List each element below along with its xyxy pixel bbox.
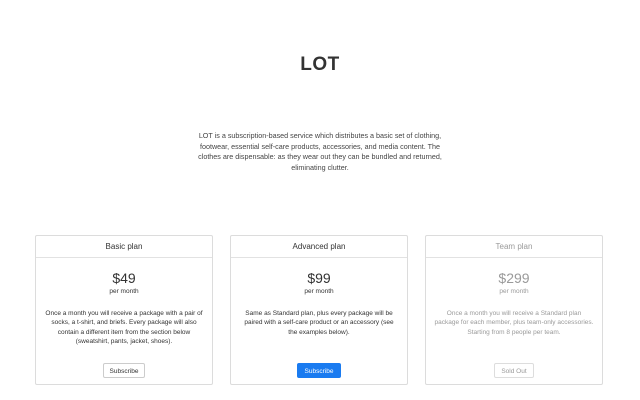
- subscribe-button-basic[interactable]: Subscribe: [102, 363, 146, 378]
- page-title: LOT: [300, 54, 340, 75]
- plan-name: Advanced plan: [231, 236, 407, 258]
- subscribe-button-advanced[interactable]: Subscribe: [296, 363, 342, 378]
- plan-name: Team plan: [426, 236, 602, 258]
- plan-name: Basic plan: [36, 236, 212, 258]
- plan-card-advanced: Advanced plan $99 per month Same as Stan…: [230, 235, 408, 385]
- plan-body: $49 per month Once a month you will rece…: [36, 270, 212, 347]
- button-wrap: Subscribe: [36, 360, 212, 378]
- page: LOT LOT is a subscription-based service …: [0, 0, 640, 400]
- plan-period: per month: [109, 288, 139, 295]
- plan-period: per month: [499, 288, 529, 295]
- plan-description: Same as Standard plan, plus every packag…: [244, 310, 394, 336]
- plan-description: Once a month you will receive a package …: [45, 310, 203, 346]
- plan-period: per month: [304, 288, 334, 295]
- plan-price: $299: [498, 270, 530, 286]
- plan-description: Once a month you will receive a Standard…: [434, 310, 594, 336]
- hero-description: LOT is a subscription-based service whic…: [198, 131, 442, 172]
- button-wrap: Subscribe: [231, 360, 407, 378]
- plan-price: $49: [112, 270, 136, 286]
- plan-body: $299 per month Once a month you will rec…: [426, 270, 602, 337]
- sold-out-button-team[interactable]: Sold Out: [494, 363, 534, 378]
- button-wrap: Sold Out: [426, 360, 602, 378]
- plan-card-basic: Basic plan $49 per month Once a month yo…: [35, 235, 213, 385]
- pricing-cards: Basic plan $49 per month Once a month yo…: [35, 235, 605, 387]
- plan-body: $99 per month Same as Standard plan, plu…: [231, 270, 407, 337]
- plan-card-team: Team plan $299 per month Once a month yo…: [425, 235, 603, 385]
- plan-price: $99: [307, 270, 331, 286]
